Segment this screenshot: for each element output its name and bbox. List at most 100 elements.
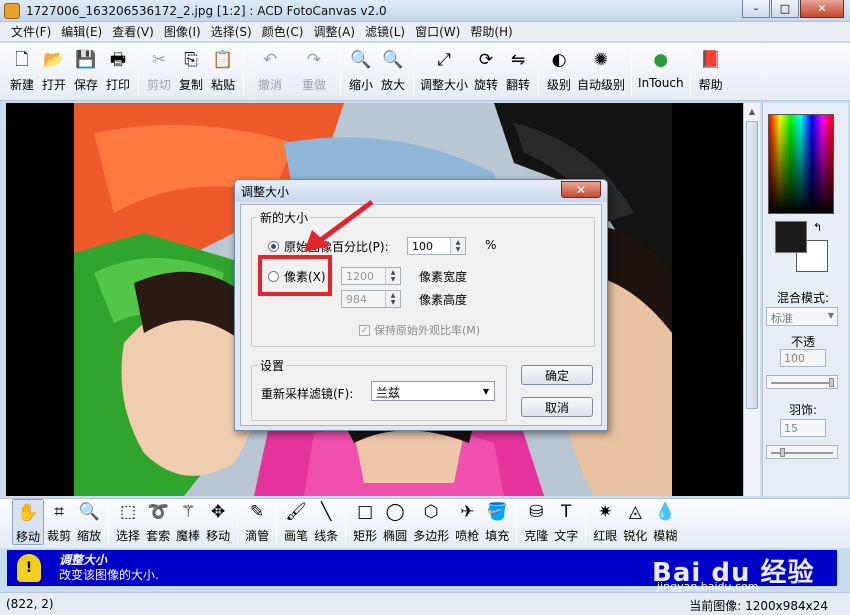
color-palette[interactable] <box>768 114 834 214</box>
print-button[interactable]: 🖶 打印 <box>102 43 134 99</box>
tool-label: 滴管 <box>245 529 270 543</box>
scroll-up-arrow-icon[interactable]: ▲ <box>744 103 760 119</box>
tool-button[interactable]: □ 矩形 <box>350 499 380 545</box>
spin-arrows-icon[interactable]: ▲ ▼ <box>385 291 400 307</box>
tool-button[interactable]: ✈ 喷枪 <box>452 499 482 545</box>
menu-file[interactable]: 文件(F) <box>6 23 56 40</box>
blend-mode-select[interactable]: 标准 ▼ <box>766 307 838 326</box>
cancel-button[interactable]: 取消 <box>521 397 593 417</box>
feather-input[interactable]: 15 <box>780 419 826 437</box>
menu-view[interactable]: 查看(V) <box>107 23 159 40</box>
tool-button[interactable]: ✷ 红眼 <box>590 499 620 545</box>
tool-button[interactable]: ╲ 线条 <box>311 499 341 545</box>
tool-button[interactable]: ◯ 椭圆 <box>380 499 410 545</box>
tool-button[interactable]: ⬚ 选择 <box>113 499 143 545</box>
opacity-slider[interactable] <box>766 375 838 389</box>
menu-adjust[interactable]: 调整(A) <box>308 23 360 40</box>
dialog-close-button[interactable]: ✕ <box>561 181 601 198</box>
blur-drop-icon: 💧 <box>654 502 676 522</box>
menu-color[interactable]: 颜色(C) <box>257 23 309 40</box>
clone-stamp-icon: ⛁ <box>529 502 544 522</box>
tool-button[interactable]: ◬ 锐化 <box>620 499 650 545</box>
scissors-icon: ✂ <box>151 50 167 70</box>
spin-arrows-icon[interactable]: ▲ ▼ <box>450 238 465 254</box>
text-icon: T <box>561 502 572 522</box>
levels-button[interactable]: ◐ 级别 <box>543 43 575 99</box>
open-button[interactable]: 📂 打开 <box>38 43 70 99</box>
tool-button[interactable]: 💧 模糊 <box>650 499 680 545</box>
scrollbar-thumb[interactable] <box>746 121 758 409</box>
menu-edit[interactable]: 编辑(E) <box>56 23 107 40</box>
height-value: 984 <box>346 292 367 306</box>
paste-button[interactable]: 📋 粘贴 <box>207 43 239 99</box>
percent-value: 100 <box>412 239 433 253</box>
opacity-input[interactable]: 100 <box>780 349 826 367</box>
tool-label: 多边形 <box>413 529 450 543</box>
tool-button[interactable]: ✎ 滴管 <box>242 499 272 545</box>
new-button[interactable]: 🗋 新建 <box>6 43 38 99</box>
menu-image[interactable]: 图像(I) <box>159 23 206 40</box>
intouch-button[interactable]: ● InTouch <box>636 43 686 99</box>
redo-button[interactable]: ↷ 重做 <box>292 43 336 99</box>
percent-input[interactable]: 100 ▲ ▼ <box>407 237 466 255</box>
ok-button[interactable]: 确定 <box>521 365 593 385</box>
tool-label: 选择 <box>116 529 141 543</box>
tool-button[interactable]: 🖌 画笔 <box>281 499 311 545</box>
rotate-button[interactable]: ⟳ 旋转 <box>470 43 502 99</box>
copy-button[interactable]: ⎘ 复制 <box>175 43 207 99</box>
toolbar-separator <box>340 48 341 96</box>
tool-button[interactable]: T 文字 <box>551 499 581 545</box>
save-button[interactable]: 💾 保存 <box>70 43 102 99</box>
close-window-button[interactable]: ✕ <box>800 0 844 18</box>
tool-button[interactable]: ⌗ 裁剪 <box>44 499 74 545</box>
slider-knob[interactable] <box>829 378 834 387</box>
tool-button[interactable]: 🪣 填充 <box>482 499 512 545</box>
feather-slider[interactable] <box>766 445 838 459</box>
vertical-scrollbar[interactable]: ▲ <box>743 103 760 496</box>
help-button[interactable]: 📕 帮助 <box>695 43 727 99</box>
keep-ratio-checkbox[interactable]: ✓ 保持原始外观比率(M) <box>359 322 480 338</box>
open-label: 打开 <box>41 78 66 92</box>
filter-select[interactable]: 兰兹 ▼ <box>371 381 495 401</box>
spin-arrows-icon[interactable]: ▲ ▼ <box>385 268 400 284</box>
height-input[interactable]: 984 ▲ ▼ <box>341 290 401 308</box>
tool-button[interactable]: ⛁ 克隆 <box>521 499 551 545</box>
tool-button[interactable]: ✥ 移动 <box>203 499 233 545</box>
zoom-in-button[interactable]: 🔍 放大 <box>377 43 409 99</box>
zoom-out-label: 缩小 <box>348 78 373 92</box>
minimize-button[interactable]: – <box>742 0 770 18</box>
menu-help[interactable]: 帮助(H) <box>465 23 517 40</box>
move-arrows-icon: ✥ <box>210 502 226 522</box>
tool-button[interactable]: ✋ 移动 <box>12 499 45 545</box>
color-panel: ↰ 混合模式: 标准 ▼ 不透 100 羽饰: 15 <box>762 103 848 496</box>
tool-button[interactable]: 🔍 缩放 <box>74 499 104 545</box>
tool-button[interactable]: ➰ 套索 <box>143 499 173 545</box>
paste-icon: 📋 <box>212 50 234 70</box>
maximize-button[interactable]: □ <box>771 0 799 18</box>
foreground-color-swatch[interactable] <box>775 221 807 253</box>
tool-button[interactable]: ⬡ 多边形 <box>410 499 452 545</box>
slider-knob[interactable] <box>779 448 785 457</box>
toolbar-separator <box>276 504 278 544</box>
chevron-down-icon: ▼ <box>482 386 490 396</box>
menu-bar: 文件(F) 编辑(E) 查看(V) 图像(I) 选择(S) 颜色(C) 调整(A… <box>0 22 850 42</box>
radio-dot[interactable] <box>268 241 279 252</box>
menu-window[interactable]: 窗口(W) <box>410 23 465 40</box>
eyedropper-icon: ✎ <box>249 502 265 522</box>
toolbar-separator <box>631 48 633 96</box>
menu-select[interactable]: 选择(S) <box>206 23 257 40</box>
auto-levels-button[interactable]: ✺ 自动级别 <box>575 43 627 99</box>
undo-button[interactable]: ↶ 撤消 <box>248 43 292 99</box>
zoom-out-button[interactable]: 🔍 缩小 <box>345 43 377 99</box>
resize-button[interactable]: ⤢ 调整大小 <box>418 43 470 99</box>
checkmark-icon[interactable]: ✓ <box>359 324 370 336</box>
tool-button[interactable]: ⚚ 魔棒 <box>173 499 203 545</box>
menu-filter[interactable]: 滤镜(L) <box>360 23 410 40</box>
width-input[interactable]: 1200 ▲ ▼ <box>341 267 401 285</box>
resize-dialog: 调整大小 ✕ 新的大小 原始图像百分比(P): 100 ▲ ▼ % 像素(X) 1… <box>234 179 608 431</box>
copy-label: 复制 <box>178 78 203 92</box>
swap-colors-icon[interactable]: ↰ <box>813 221 822 234</box>
cut-button[interactable]: ✂ 剪切 <box>143 43 175 99</box>
app-icon <box>4 2 20 19</box>
flip-button[interactable]: ⇋ 翻转 <box>502 43 534 99</box>
